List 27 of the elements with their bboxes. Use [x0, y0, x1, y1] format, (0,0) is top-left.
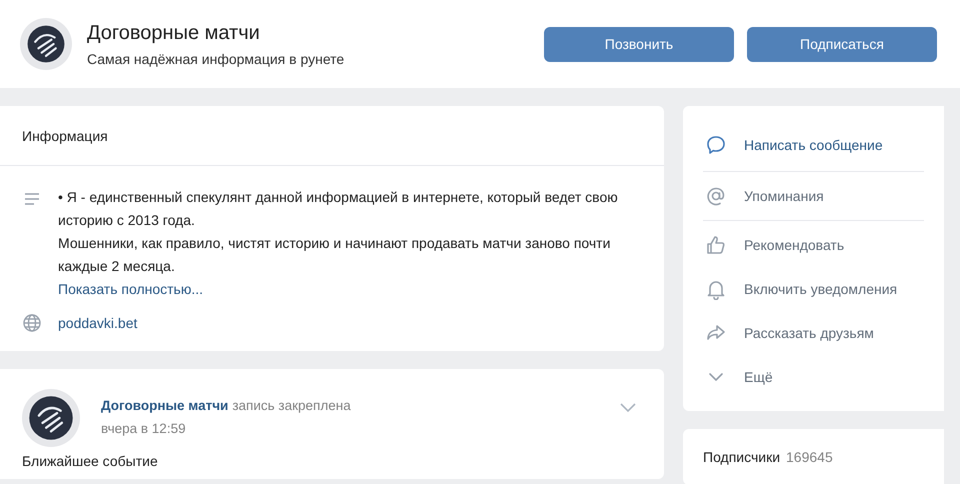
post-text: Ближайшее событие	[22, 453, 159, 469]
at-sign-icon	[705, 185, 727, 207]
description-text: • Я - единственный спекулянт данной информацией в интернете, который ведет свою историю с 2013 года.	[58, 188, 618, 230]
action-item[interactable]: Включить уведомления	[703, 267, 924, 311]
action-item[interactable]: Рассказать друзьям	[703, 311, 924, 355]
post-time: вчера в 12:59	[101, 421, 187, 436]
call-button[interactable]: Позвонить	[544, 26, 734, 62]
globe-icon	[22, 313, 42, 333]
action-item[interactable]: Ещё	[703, 355, 924, 399]
chevron-down-icon[interactable]	[620, 403, 636, 413]
message-icon	[705, 134, 727, 156]
author-link[interactable]: Договорные матчи	[101, 398, 228, 413]
description-text: Мошенники, как правило, чистят историю и начинают продавать матчи заново почти каждые 2 месяца.	[58, 234, 612, 276]
pinned-note: запись закреплена	[232, 398, 351, 413]
thumbs-up-icon	[705, 234, 727, 256]
subscribe-button[interactable]: Подписаться	[747, 26, 937, 62]
subscribers-count: 169645	[786, 449, 833, 465]
website-link[interactable]: poddavki.bet	[58, 315, 138, 331]
section-title: Информация	[22, 128, 108, 144]
page-title: Договорные матчи	[87, 22, 261, 44]
subscribers-label: Подписчики	[703, 449, 780, 465]
page-status: Самая надёжная информация в рунете	[87, 50, 346, 66]
bell-icon	[705, 278, 727, 300]
action-item[interactable]: Рекомендовать	[703, 223, 924, 267]
show-more-link[interactable]: Показать полностью...	[58, 278, 618, 301]
action-item[interactable]: Упоминания	[703, 174, 924, 218]
action-item[interactable]: Написать сообщение	[703, 120, 924, 169]
